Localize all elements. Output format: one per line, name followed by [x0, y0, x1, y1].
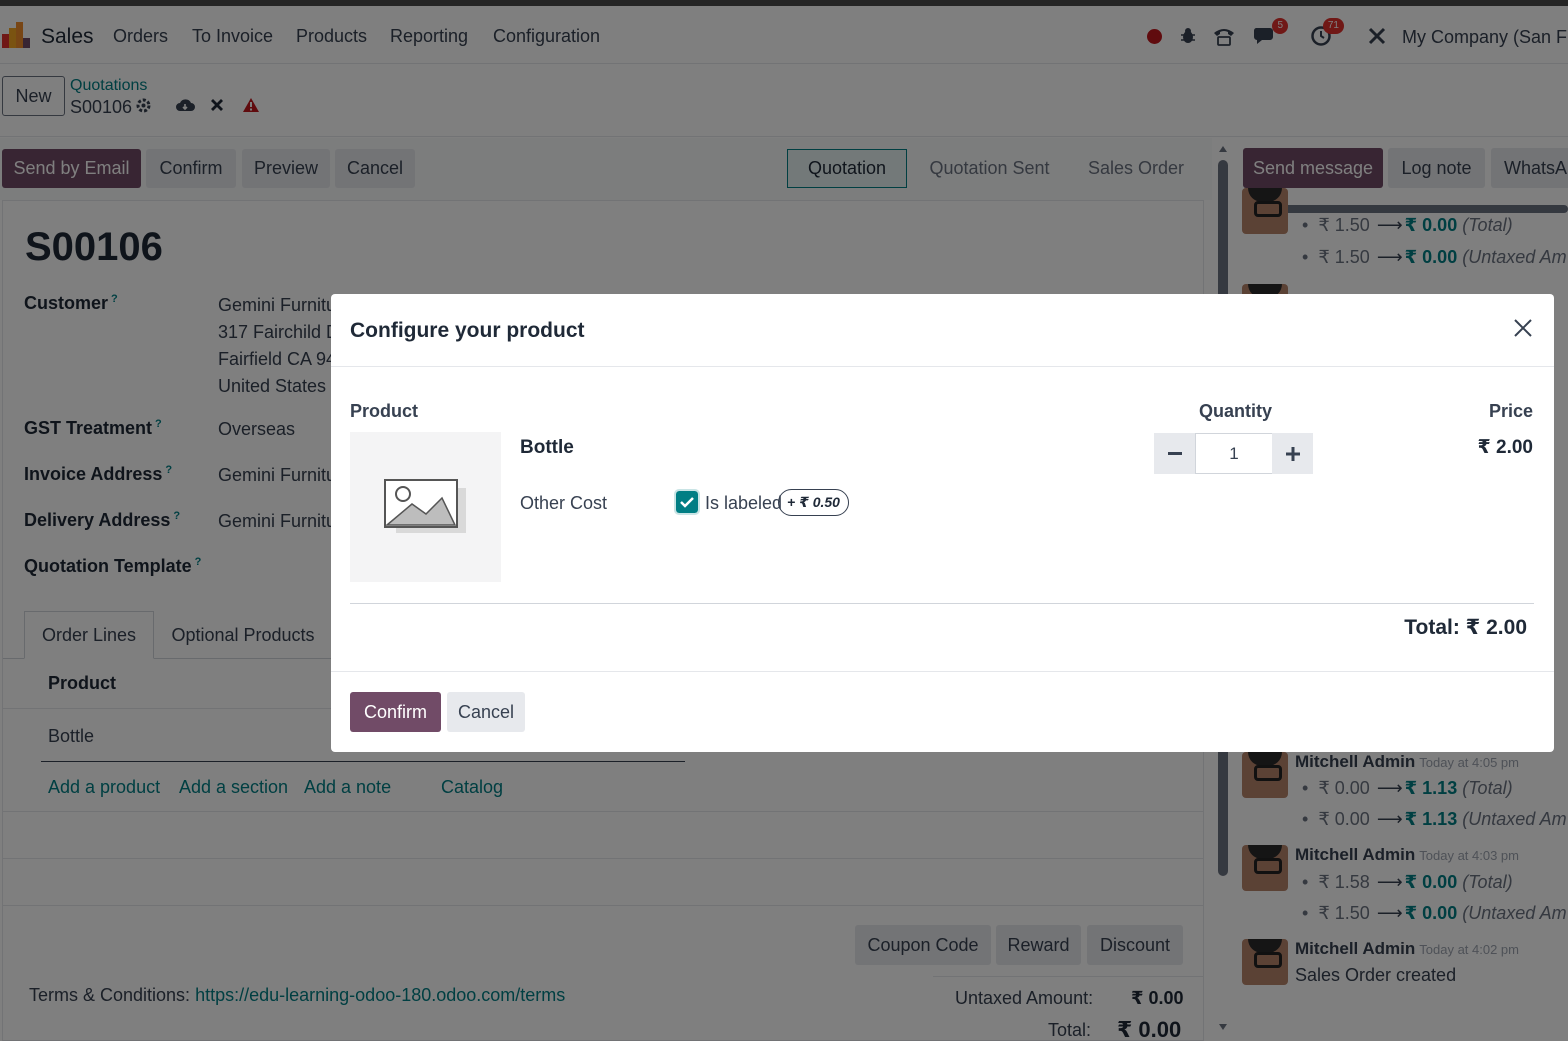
is-labeled-checkbox[interactable]: [674, 489, 700, 515]
product-name: Bottle: [520, 437, 574, 458]
extra-price-badge: + ₹ 0.50: [778, 489, 849, 516]
price-column-header: Price: [1488, 401, 1533, 421]
quantity-decrease-button[interactable]: [1154, 433, 1195, 474]
image-placeholder-icon: [384, 479, 466, 533]
is-labeled-label[interactable]: Is labeled: [705, 493, 782, 514]
checkmark-icon: [680, 497, 694, 508]
product-column-header: Product: [350, 401, 419, 421]
attribute-name: Other Cost: [520, 493, 608, 513]
quantity-column-header: Quantity: [1199, 401, 1273, 421]
product-image-placeholder: [350, 432, 501, 582]
dialog-header-divider: [331, 366, 1554, 367]
minus-icon: [1167, 451, 1182, 455]
dialog-total: Total: ₹ 2.00: [1404, 616, 1527, 639]
quantity-increase-button[interactable]: [1272, 433, 1313, 474]
total-divider: [350, 603, 1534, 604]
dialog-footer-divider: [331, 671, 1554, 672]
configure-product-dialog: Configure your product Product Quantity …: [331, 294, 1554, 752]
quantity-input[interactable]: 1: [1195, 433, 1273, 474]
dialog-cancel-button[interactable]: Cancel: [447, 692, 525, 732]
dialog-title: Configure your product: [350, 319, 585, 342]
close-icon[interactable]: [1511, 316, 1537, 342]
product-price: ₹ 2.00: [1477, 437, 1533, 458]
dialog-confirm-button[interactable]: Confirm: [350, 692, 441, 732]
plus-icon: [1285, 446, 1300, 461]
